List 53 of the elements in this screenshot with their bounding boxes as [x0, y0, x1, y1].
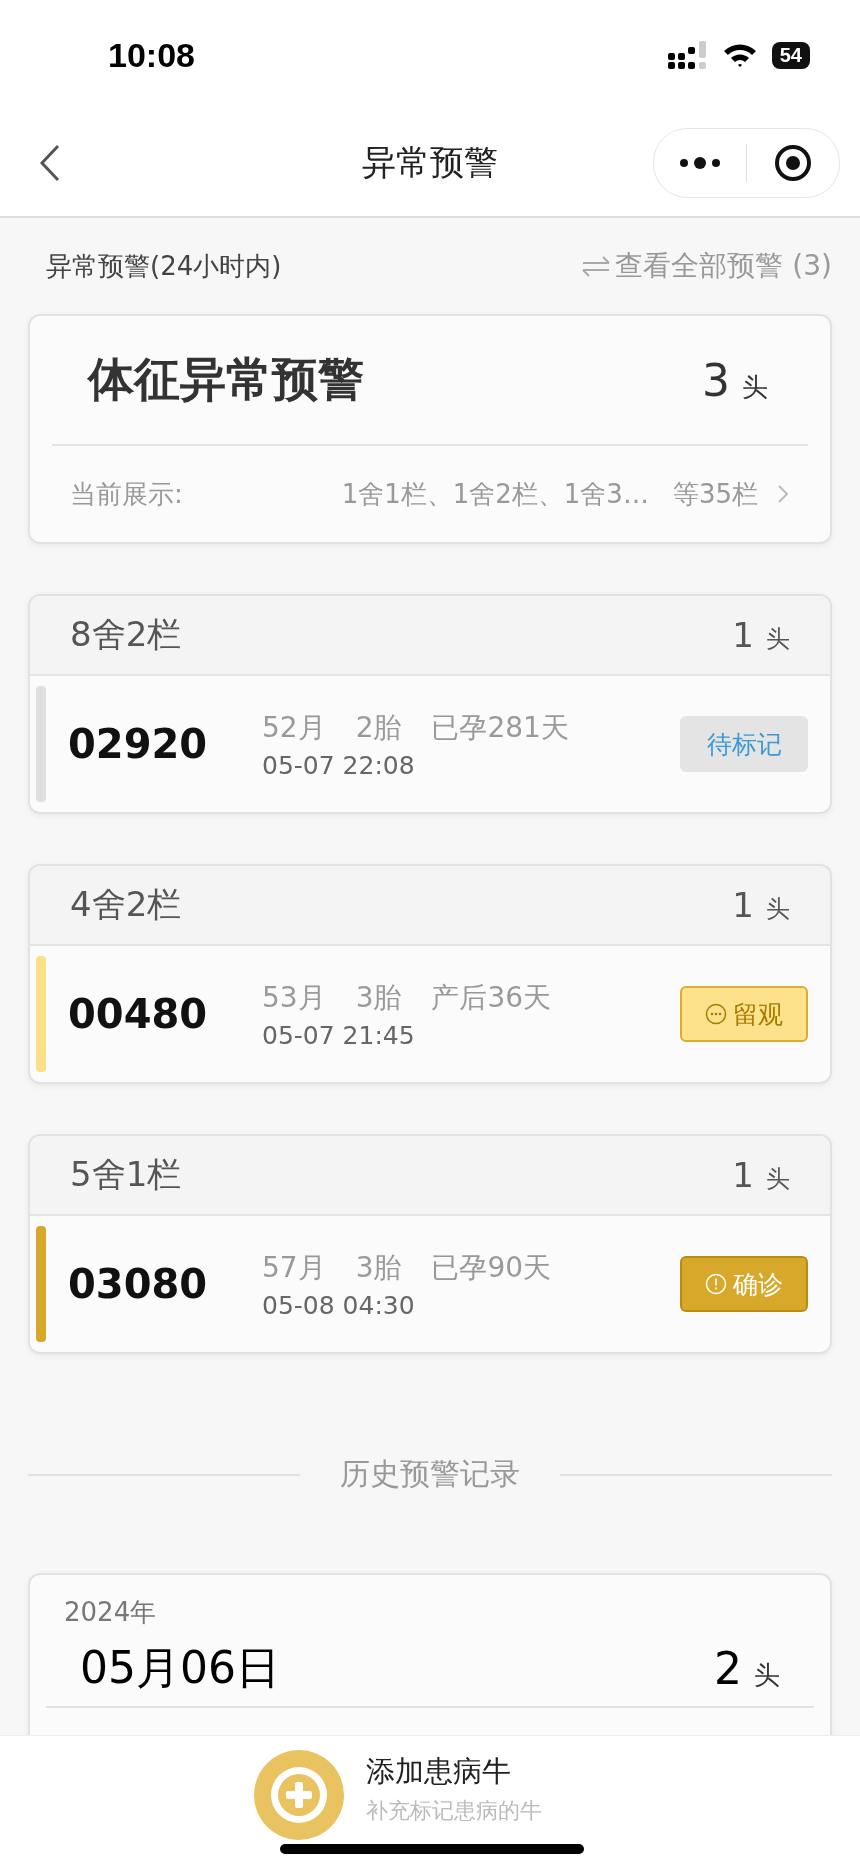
battery-level: 54: [771, 41, 810, 69]
status-button[interactable]: 待标记: [680, 716, 808, 772]
cow-parity: 3胎: [355, 979, 402, 1016]
more-icon: [678, 156, 722, 170]
target-icon: [773, 143, 813, 183]
view-all-link[interactable]: 查看全部预警 (3): [581, 247, 832, 285]
display-pens: 1舍1栏、1舍2栏、1舍3…: [341, 477, 649, 511]
more-icon: [705, 1003, 727, 1025]
cow-state: 已孕90天: [431, 1249, 552, 1286]
pen-name: 5舍1栏: [70, 1153, 182, 1196]
summary-title: 体征异常预警: [88, 351, 364, 408]
add-title: 添加患病牛: [366, 1753, 512, 1790]
add-subtitle: 补充标记患病的牛: [366, 1797, 543, 1825]
cow-parity: 3胎: [355, 1249, 402, 1286]
status-time: 10:08: [108, 35, 195, 75]
pen-name: 4舍2栏: [70, 883, 182, 926]
alert-time: 05-08 04:30: [262, 1290, 416, 1320]
history-year: 2024年: [63, 1596, 158, 1629]
count-unit: 头: [742, 370, 768, 404]
pen-name: 8舍2栏: [70, 613, 182, 656]
cow-parity: 2胎: [355, 709, 402, 746]
cow-age: 52月: [262, 709, 326, 746]
signal-icon: [667, 41, 708, 69]
swap-icon: [581, 255, 612, 277]
cow-id: 00480: [68, 991, 209, 1037]
cow-age: 57月: [262, 1249, 326, 1286]
section-title: 异常预警(24小时内): [46, 249, 282, 283]
head-count: 3: [702, 354, 730, 406]
cow-id: 03080: [68, 1261, 209, 1307]
status-button[interactable]: 确诊: [680, 1256, 808, 1312]
alert-time: 05-07 22:08: [262, 750, 416, 780]
head-count: 1: [732, 1155, 754, 1195]
head-count: 1: [732, 885, 754, 925]
count-unit: 头: [766, 894, 790, 925]
count-unit: 头: [754, 1658, 780, 1692]
count-unit: 头: [766, 624, 790, 655]
head-count: 2: [714, 1642, 742, 1694]
cow-state: 已孕281天: [431, 709, 569, 746]
alert-icon: [705, 1273, 727, 1295]
cow-id: 02920: [68, 721, 209, 767]
count-unit: 头: [766, 1164, 790, 1195]
display-label: 当前展示:: [70, 477, 183, 511]
alert-time: 05-07 21:45: [262, 1020, 416, 1050]
status-button[interactable]: 留观: [680, 986, 808, 1042]
history-date: 05月06日: [80, 1640, 280, 1695]
history-title: 历史预警记录: [340, 1455, 520, 1493]
plus-icon: [268, 1764, 330, 1826]
cow-state: 产后36天: [431, 979, 552, 1016]
display-more: 等35栏: [672, 477, 758, 511]
head-count: 1: [732, 615, 754, 655]
pen-filter-row[interactable]: 当前展示: 1舍1栏、1舍2栏、1舍3… 等35栏: [30, 446, 830, 542]
cow-age: 53月: [262, 979, 326, 1016]
page-title: 异常预警: [361, 141, 499, 184]
